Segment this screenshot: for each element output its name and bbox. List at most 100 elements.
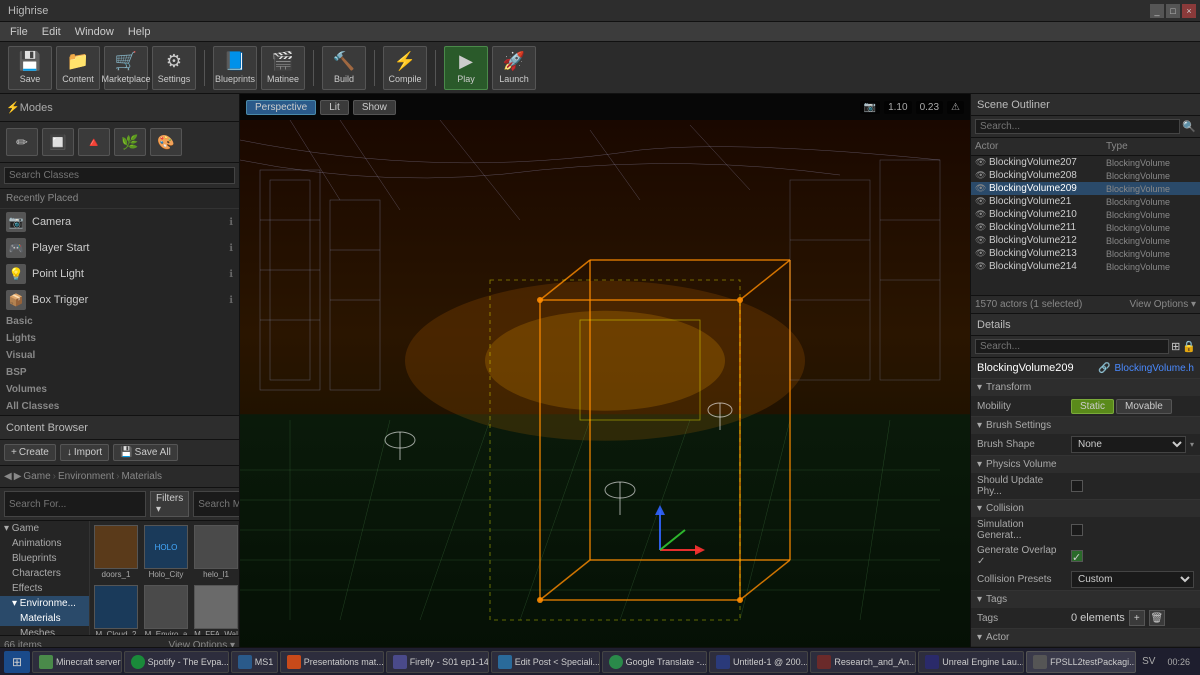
nav-forward-btn[interactable]: ▶ <box>14 471 22 482</box>
sim-gen-checkbox[interactable] <box>1071 524 1083 536</box>
collision-presets-select[interactable]: Custom <box>1071 571 1194 588</box>
tree-item-blueprints[interactable]: Blueprints <box>0 551 89 566</box>
nav-materials[interactable]: Materials <box>121 471 162 482</box>
save-all-button[interactable]: 💾 Save All <box>113 444 178 461</box>
filter-button[interactable]: Filters ▾ <box>150 491 189 517</box>
gen-overlap-checkbox[interactable]: ✓ <box>1071 550 1083 562</box>
so-item-212[interactable]: 👁 BlockingVolume212 BlockingVolume <box>971 234 1200 247</box>
tags-remove-btn[interactable]: 🗑 <box>1149 610 1165 626</box>
tree-item-meshes[interactable]: Meshes <box>0 626 89 635</box>
asset-m-enviro[interactable]: M_Enviro_assets_01 <box>142 583 190 635</box>
so-search-input[interactable] <box>975 119 1180 134</box>
so-item-208[interactable]: 👁 BlockingVolume208 BlockingVolume <box>971 169 1200 182</box>
cb-search-input[interactable] <box>4 491 146 517</box>
category-visual[interactable]: Visual <box>0 347 239 364</box>
vp-show-btn[interactable]: Show <box>353 100 396 115</box>
minimize-button[interactable]: _ <box>1150 4 1164 18</box>
nav-game[interactable]: Game <box>23 471 50 482</box>
tool-foliage[interactable]: 🌿 <box>114 128 146 156</box>
search-classes-input[interactable] <box>4 167 235 184</box>
menu-help[interactable]: Help <box>122 26 157 38</box>
tb-untitled[interactable]: Untitled-1 @ 200... <box>709 651 808 673</box>
nav-back-btn[interactable]: ◀ <box>4 471 12 482</box>
tool-select[interactable]: ✏ <box>6 128 38 156</box>
actor-section-header[interactable]: ▾ Actor <box>971 629 1200 646</box>
tree-item-environment[interactable]: ▾ Environme... <box>0 596 89 611</box>
nav-environment[interactable]: Environment <box>58 471 114 482</box>
marketplace-button[interactable]: 🛒 Marketplace <box>104 46 148 90</box>
tool-rect[interactable]: 🔲 <box>42 128 74 156</box>
category-bsp[interactable]: BSP <box>0 364 239 381</box>
category-basic[interactable]: Basic <box>0 313 239 330</box>
place-item-camera[interactable]: 📷 Camera ℹ <box>0 209 239 235</box>
tool-geometry[interactable]: 🔺 <box>78 128 110 156</box>
tags-add-btn[interactable]: + <box>1129 610 1145 626</box>
tb-unreal-launcher[interactable]: Unreal Engine Lau... <box>918 651 1024 673</box>
collision-header[interactable]: ▾ Collision <box>971 500 1200 517</box>
so-item-211[interactable]: 👁 BlockingVolume211 BlockingVolume <box>971 221 1200 234</box>
so-item-213[interactable]: 👁 BlockingVolume213 BlockingVolume <box>971 247 1200 260</box>
mobility-static-btn[interactable]: Static <box>1071 399 1114 414</box>
brush-settings-header[interactable]: ▾ Brush Settings <box>971 417 1200 434</box>
materials-search-input[interactable] <box>193 491 239 517</box>
tree-item-animations[interactable]: Animations <box>0 536 89 551</box>
start-button[interactable]: ⊞ <box>4 651 30 673</box>
so-item-210[interactable]: 👁 BlockingVolume210 BlockingVolume <box>971 208 1200 221</box>
dp-link-icon[interactable]: 🔗 <box>1098 363 1110 374</box>
play-button[interactable]: ▶ Play <box>444 46 488 90</box>
vp-perspective-btn[interactable]: Perspective <box>246 100 316 115</box>
so-item-21[interactable]: 👁 BlockingVolume21 BlockingVolume <box>971 195 1200 208</box>
so-item-214[interactable]: 👁 BlockingVolume214 BlockingVolume <box>971 260 1200 273</box>
place-item-boxtrigger[interactable]: 📦 Box Trigger ℹ <box>0 287 239 313</box>
dp-actor-link[interactable]: BlockingVolume.h <box>1115 363 1195 374</box>
content-button[interactable]: 📁 Content <box>56 46 100 90</box>
dp-search-input[interactable] <box>975 339 1169 354</box>
viewport[interactable]: Perspective Lit Show 📷 1.10 0.23 ⚠ <box>240 94 970 675</box>
asset-m-cloud-2[interactable]: M_Cloud_2 <box>92 583 140 635</box>
so-item-209[interactable]: 👁 BlockingVolume209 BlockingVolume <box>971 182 1200 195</box>
physics-volume-header[interactable]: ▾ Physics Volume <box>971 456 1200 473</box>
place-item-playerstart[interactable]: 🎮 Player Start ℹ <box>0 235 239 261</box>
category-volumes[interactable]: Volumes <box>0 381 239 398</box>
asset-m-ffa-wallplate[interactable]: M_FFA_WallPlate <box>192 583 239 635</box>
dp-layout-icon[interactable]: ⊞ <box>1171 340 1180 353</box>
menu-window[interactable]: Window <box>69 26 120 38</box>
tree-item-materials[interactable]: Materials <box>0 611 89 626</box>
asset-helo-l1[interactable]: helo_l1 <box>192 523 239 581</box>
transform-header[interactable]: ▾ Transform <box>971 379 1200 396</box>
tb-google-translate[interactable]: Google Translate -... <box>602 651 707 673</box>
so-view-options[interactable]: View Options ▾ <box>1129 299 1196 310</box>
so-item-207[interactable]: 👁 BlockingVolume207 BlockingVolume <box>971 156 1200 169</box>
tb-firefly[interactable]: Firefly - S01 ep1-14 <box>386 651 489 673</box>
tb-spotify[interactable]: Spotify - The Evpa... <box>124 651 229 673</box>
menu-file[interactable]: File <box>4 26 34 38</box>
tb-fpsll2[interactable]: FPSLL2testPackagi... <box>1026 651 1136 673</box>
save-button[interactable]: 💾 Save <box>8 46 52 90</box>
tb-research[interactable]: Research_and_An... <box>810 651 916 673</box>
tb-minecraft[interactable]: Minecraft server <box>32 651 122 673</box>
matinee-button[interactable]: 🎬 Matinee <box>261 46 305 90</box>
launch-button[interactable]: 🚀 Launch <box>492 46 536 90</box>
category-lights[interactable]: Lights <box>0 330 239 347</box>
should-update-checkbox[interactable] <box>1071 480 1083 492</box>
dp-lock-icon[interactable]: 🔒 <box>1182 340 1196 353</box>
menu-edit[interactable]: Edit <box>36 26 67 38</box>
blueprints-button[interactable]: 📘 Blueprints <box>213 46 257 90</box>
mobility-movable-btn[interactable]: Movable <box>1116 399 1172 414</box>
place-item-pointlight[interactable]: 💡 Point Light ℹ <box>0 261 239 287</box>
brush-shape-select[interactable]: None <box>1071 436 1186 453</box>
create-button[interactable]: + Create <box>4 444 56 461</box>
brush-shape-expand[interactable]: ▾ <box>1190 440 1194 449</box>
tree-item-characters[interactable]: Characters <box>0 566 89 581</box>
tool-paint[interactable]: 🎨 <box>150 128 182 156</box>
category-all-classes[interactable]: All Classes <box>0 398 239 415</box>
tags-header[interactable]: ▾ Tags <box>971 591 1200 608</box>
settings-button[interactable]: ⚙ Settings <box>152 46 196 90</box>
compile-button[interactable]: ⚡ Compile <box>383 46 427 90</box>
maximize-button[interactable]: □ <box>1166 4 1180 18</box>
tree-item-effects[interactable]: Effects <box>0 581 89 596</box>
asset-doors1[interactable]: doors_1 <box>92 523 140 581</box>
build-button[interactable]: 🔨 Build <box>322 46 366 90</box>
tb-editpost[interactable]: Edit Post < Speciali... <box>491 651 600 673</box>
vp-lit-btn[interactable]: Lit <box>320 100 349 115</box>
